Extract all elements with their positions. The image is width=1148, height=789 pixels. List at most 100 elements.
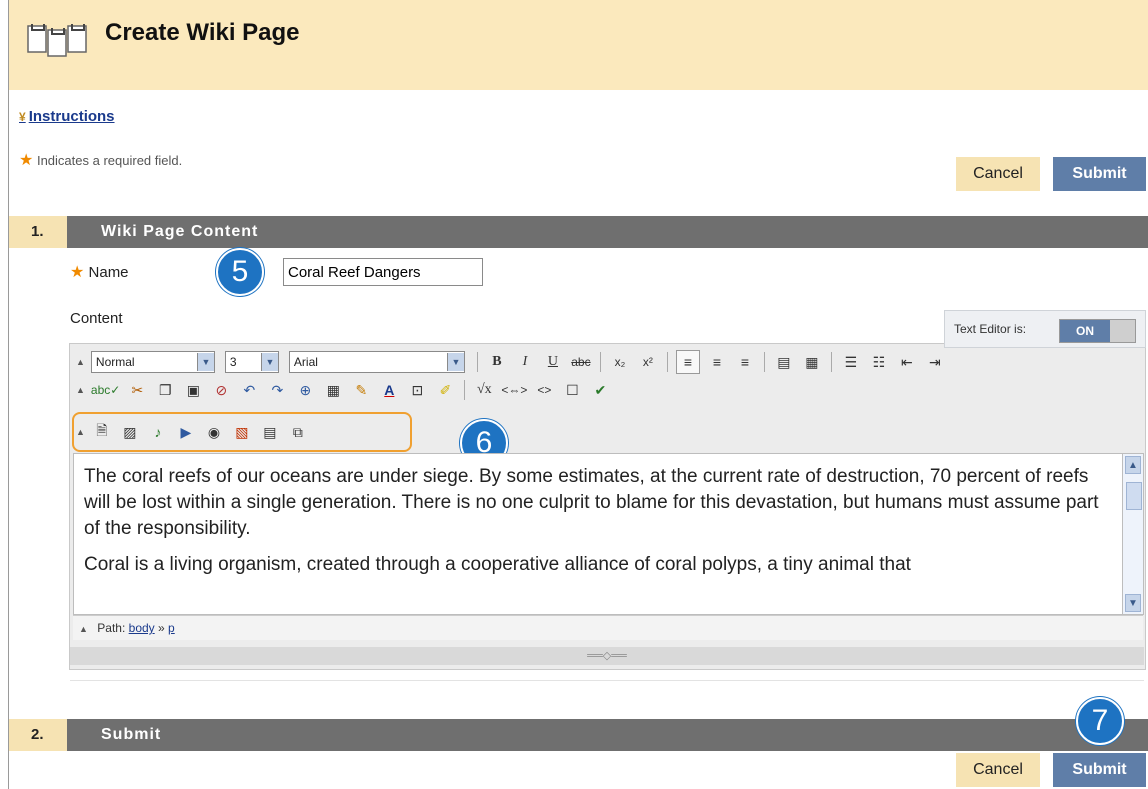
divider <box>70 680 1144 681</box>
text-color-icon[interactable]: A <box>378 379 400 401</box>
text-editor-status-label: Text Editor is: <box>954 322 1027 336</box>
toolbar-separator <box>763 352 765 372</box>
editor-scrollbar[interactable]: ▲ ▼ <box>1122 453 1144 615</box>
highlight-icon[interactable]: ✐ <box>434 379 456 401</box>
path-separator: » <box>158 621 165 635</box>
chevron-down-icon: ▼ <box>196 353 214 371</box>
toolbar-separator <box>476 352 478 372</box>
name-label-row: ★ Name <box>70 262 129 282</box>
text-editor-toggle[interactable]: ON <box>1059 319 1136 343</box>
ordered-list-icon[interactable]: ☰ <box>840 351 862 373</box>
required-star-icon: ★ <box>19 152 34 169</box>
copy-icon[interactable]: ❐ <box>154 379 176 401</box>
section-title: Submit <box>101 726 162 743</box>
outdent-icon[interactable]: ⇤ <box>896 351 918 373</box>
mashup-highlight-box <box>72 412 412 452</box>
superscript-icon[interactable]: x² <box>637 351 659 373</box>
editor-content-area[interactable]: The coral reefs of our oceans are under … <box>73 453 1123 615</box>
scroll-down-icon[interactable]: ▼ <box>1125 594 1141 612</box>
name-label: Name <box>88 264 129 281</box>
toolbar-row-2: ▲ abc✓ ✂ ❐ ▣ ⊘ ↶ ↷ ⊕ ▦ ✎ A ⊡ ✐ √x <⇔> <>… <box>76 377 617 403</box>
preview-icon[interactable]: ✔ <box>589 379 611 401</box>
section-header-submit: 2. Submit <box>9 719 1148 751</box>
instructions-link[interactable]: ¥ Instructions <box>19 108 115 125</box>
math-icon[interactable]: √x <box>473 379 495 401</box>
required-field-note: ★ Indicates a required field. <box>19 150 182 170</box>
underline-icon[interactable]: U <box>542 351 564 373</box>
redo-icon[interactable]: ↷ <box>266 379 288 401</box>
section-title: Wiki Page Content <box>101 223 259 240</box>
pencil-icon[interactable]: ✎ <box>350 379 372 401</box>
path-label: Path: <box>97 621 126 635</box>
text-editor-status: Text Editor is: ON <box>944 310 1146 348</box>
collapse-row-icon[interactable]: ▲ <box>76 385 85 395</box>
font-family-select[interactable]: Arial ▼ <box>288 351 465 373</box>
spellcheck-icon[interactable]: abc✓ <box>91 379 120 401</box>
page-title: Create Wiki Page <box>105 19 300 46</box>
text-editor-toggle-state: ON <box>1060 320 1110 342</box>
fullscreen-icon[interactable]: ☐ <box>561 379 583 401</box>
cancel-button-top[interactable]: Cancel <box>956 157 1040 191</box>
wiki-pages-icon <box>26 20 90 60</box>
html-code-icon[interactable]: <⇔> <box>501 379 527 401</box>
font-size-value: 3 <box>229 355 237 369</box>
toolbar-separator <box>666 352 668 372</box>
chevron-down-icon: ¥ <box>19 110 26 124</box>
content-paragraph: The coral reefs of our oceans are under … <box>84 466 1099 539</box>
chevron-down-icon: ▼ <box>260 353 278 371</box>
editor-path-bar: ▲ Path: body » p <box>73 615 1143 640</box>
callout-5: 5 <box>216 248 264 296</box>
align-left-icon[interactable]: ≡ <box>675 350 700 374</box>
required-note-text: Indicates a required field. <box>36 153 183 168</box>
italic-icon[interactable]: I <box>514 351 536 373</box>
name-input[interactable] <box>283 258 483 286</box>
resize-grip-icon: ══◇══ <box>587 650 627 662</box>
insert-table-icon[interactable]: ▦ <box>322 379 344 401</box>
align-center-icon[interactable]: ≡ <box>706 351 728 373</box>
format-select[interactable]: Normal ▼ <box>90 351 215 373</box>
paste-word-icon[interactable]: ▦ <box>801 351 823 373</box>
subscript-icon[interactable]: x₂ <box>609 351 631 373</box>
remove-link-icon[interactable]: ⊘ <box>210 379 232 401</box>
cancel-button-bottom[interactable]: Cancel <box>956 753 1040 787</box>
toolbar-separator <box>830 352 832 372</box>
font-family-value: Arial <box>293 355 318 369</box>
toolbar-separator <box>464 380 466 400</box>
content-paragraph: Coral is a living organism, created thro… <box>84 554 911 575</box>
section-header-content: 1. Wiki Page Content <box>9 216 1148 248</box>
content-label: Content <box>70 310 123 327</box>
unordered-list-icon[interactable]: ☷ <box>868 351 890 373</box>
path-crumb-body[interactable]: body <box>129 621 155 635</box>
scroll-thumb[interactable] <box>1126 482 1142 510</box>
instructions-label: Instructions <box>28 108 115 125</box>
insert-media-icon[interactable]: ⊡ <box>406 379 428 401</box>
required-star-icon: ★ <box>70 264 85 281</box>
font-size-select[interactable]: 3 ▼ <box>224 351 279 373</box>
path-crumb-p[interactable]: p <box>168 621 175 635</box>
editor-resize-handle[interactable]: ══◇══ <box>70 647 1144 665</box>
section-number: 1. <box>9 216 67 248</box>
toolbar-row-1: ▲ Normal ▼ 3 ▼ Arial ▼ B I U abc x₂ x² ≡… <box>76 349 952 375</box>
scroll-up-icon[interactable]: ▲ <box>1125 456 1141 474</box>
strikethrough-icon[interactable]: abc <box>570 351 592 373</box>
cut-icon[interactable]: ✂ <box>126 379 148 401</box>
paste-text-icon[interactable]: ▤ <box>773 351 795 373</box>
page-header: Create Wiki Page <box>9 0 1148 90</box>
page-frame-left <box>8 0 9 789</box>
chevron-down-icon: ▼ <box>446 353 464 371</box>
undo-icon[interactable]: ↶ <box>238 379 260 401</box>
indent-icon[interactable]: ⇥ <box>924 351 946 373</box>
bold-icon[interactable]: B <box>486 351 508 373</box>
submit-button-top[interactable]: Submit <box>1053 157 1146 191</box>
collapse-row-icon[interactable]: ▲ <box>79 624 88 634</box>
paste-icon[interactable]: ▣ <box>182 379 204 401</box>
submit-button-bottom[interactable]: Submit <box>1053 753 1146 787</box>
section-number: 2. <box>9 719 67 751</box>
align-right-icon[interactable]: ≡ <box>734 351 756 373</box>
insert-link-icon[interactable]: ⊕ <box>294 379 316 401</box>
callout-7: 7 <box>1076 697 1124 745</box>
source-code-icon[interactable]: <> <box>533 379 555 401</box>
toolbar-separator <box>599 352 601 372</box>
collapse-row-icon[interactable]: ▲ <box>76 357 85 367</box>
format-select-value: Normal <box>95 355 135 369</box>
